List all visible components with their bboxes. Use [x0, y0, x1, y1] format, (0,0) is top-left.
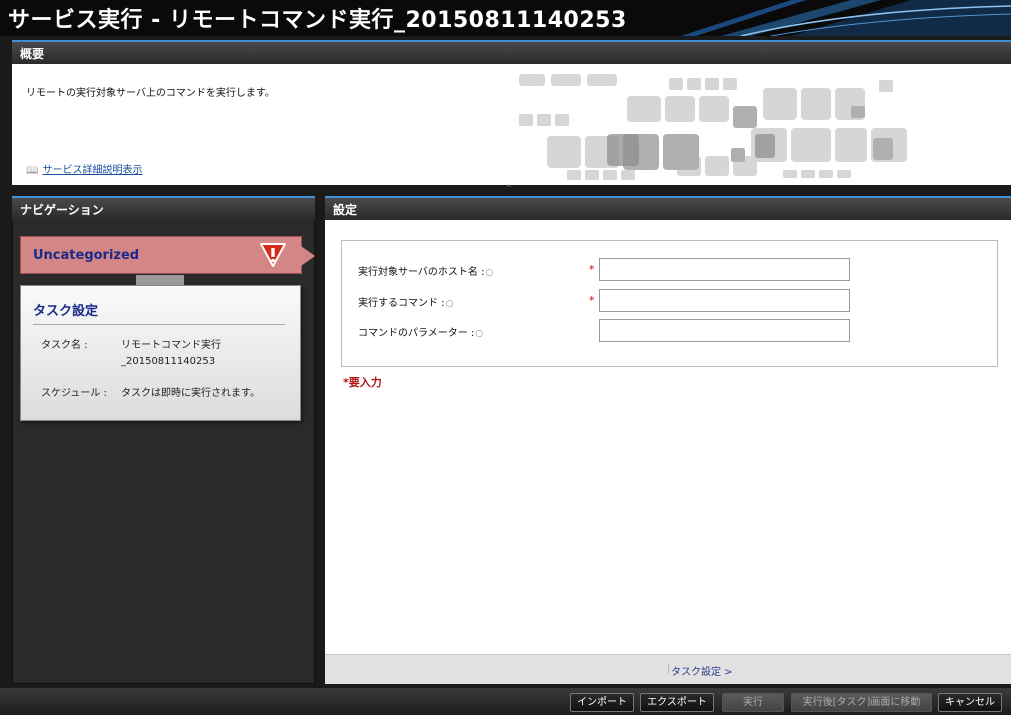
task-settings-card[interactable]: タスク設定 タスク名 : リモートコマンド実行 _20150811140253 … [20, 285, 301, 421]
task-settings-nav-link[interactable]: タスク設定 > [671, 663, 733, 678]
overview-header-label: 概要 [20, 47, 45, 61]
parameter-label: コマンドのパラメーター :○ [358, 324, 483, 339]
command-input[interactable] [599, 289, 850, 312]
task-name-label: タスク名 : [41, 340, 88, 351]
cancel-button[interactable]: キャンセル [938, 693, 1002, 712]
navigation-header-label: ナビゲーション [20, 203, 104, 217]
required-note: *要入力 [343, 376, 382, 389]
export-button[interactable]: エクスポート [640, 693, 714, 712]
required-mark: * [589, 294, 595, 307]
task-name-value-line2: _20150811140253 [121, 356, 216, 367]
help-bubble-icon[interactable]: ○ [446, 299, 454, 309]
title-decoration [681, 0, 1011, 36]
overview-decoration [519, 74, 907, 180]
overview-header: 概要 [12, 40, 1011, 64]
navigation-header: ナビゲーション [12, 196, 315, 220]
service-detail-link-label: サービス詳細説明表示 [42, 165, 143, 176]
category-tab [136, 275, 184, 285]
schedule-label: スケジュール : [41, 388, 107, 399]
title-bar: サービス実行 - リモートコマンド実行_20150811140253 [0, 0, 1011, 36]
help-bubble-icon[interactable]: ○ [475, 329, 483, 339]
settings-header-label: 設定 [333, 203, 358, 217]
task-settings-title: タスク設定 [33, 304, 99, 319]
schedule-value: タスクは即時に実行されます。 [121, 388, 260, 399]
task-name-value-line1: リモートコマンド実行 [121, 340, 221, 351]
warning-icon [260, 243, 286, 267]
import-button[interactable]: インポート [570, 693, 634, 712]
divider [33, 324, 285, 325]
separator: | [667, 663, 671, 674]
bottom-toolbar: インポート エクスポート 実行 実行後[タスク]画面に移動 キャンセル [0, 688, 1011, 715]
required-mark: * [589, 263, 595, 276]
window-title: サービス実行 - リモートコマンド実行_20150811140253 [8, 8, 627, 33]
run-and-go-button[interactable]: 実行後[タスク]画面に移動 [791, 693, 932, 712]
service-description: リモートの実行対象サーバ上のコマンドを実行します。 [26, 88, 275, 99]
host-name-label-text: 実行対象サーバのホスト名 : [358, 267, 485, 278]
category-uncategorized[interactable]: Uncategorized [20, 236, 315, 274]
collapse-overview-icon[interactable]: ⌃ [505, 184, 513, 194]
help-bubble-icon[interactable]: ○ [485, 268, 493, 278]
host-name-input[interactable] [599, 258, 850, 281]
run-button[interactable]: 実行 [722, 693, 784, 712]
book-icon: 📖 [26, 165, 39, 176]
category-label: Uncategorized [33, 248, 140, 263]
overview-panel: リモートの実行対象サーバ上のコマンドを実行します。 📖 サービス詳細説明表示 [12, 64, 1011, 185]
settings-header: 設定 [325, 196, 1011, 220]
service-detail-link[interactable]: 📖 サービス詳細説明表示 [26, 161, 142, 176]
command-label: 実行するコマンド :○ [358, 294, 453, 309]
settings-footer: | タスク設定 > [325, 654, 1011, 684]
parameter-label-text: コマンドのパラメーター : [358, 328, 475, 339]
category-pointer [301, 246, 315, 266]
host-name-label: 実行対象サーバのホスト名 :○ [358, 263, 493, 278]
parameter-input[interactable] [599, 319, 850, 342]
command-label-text: 実行するコマンド : [358, 298, 445, 309]
